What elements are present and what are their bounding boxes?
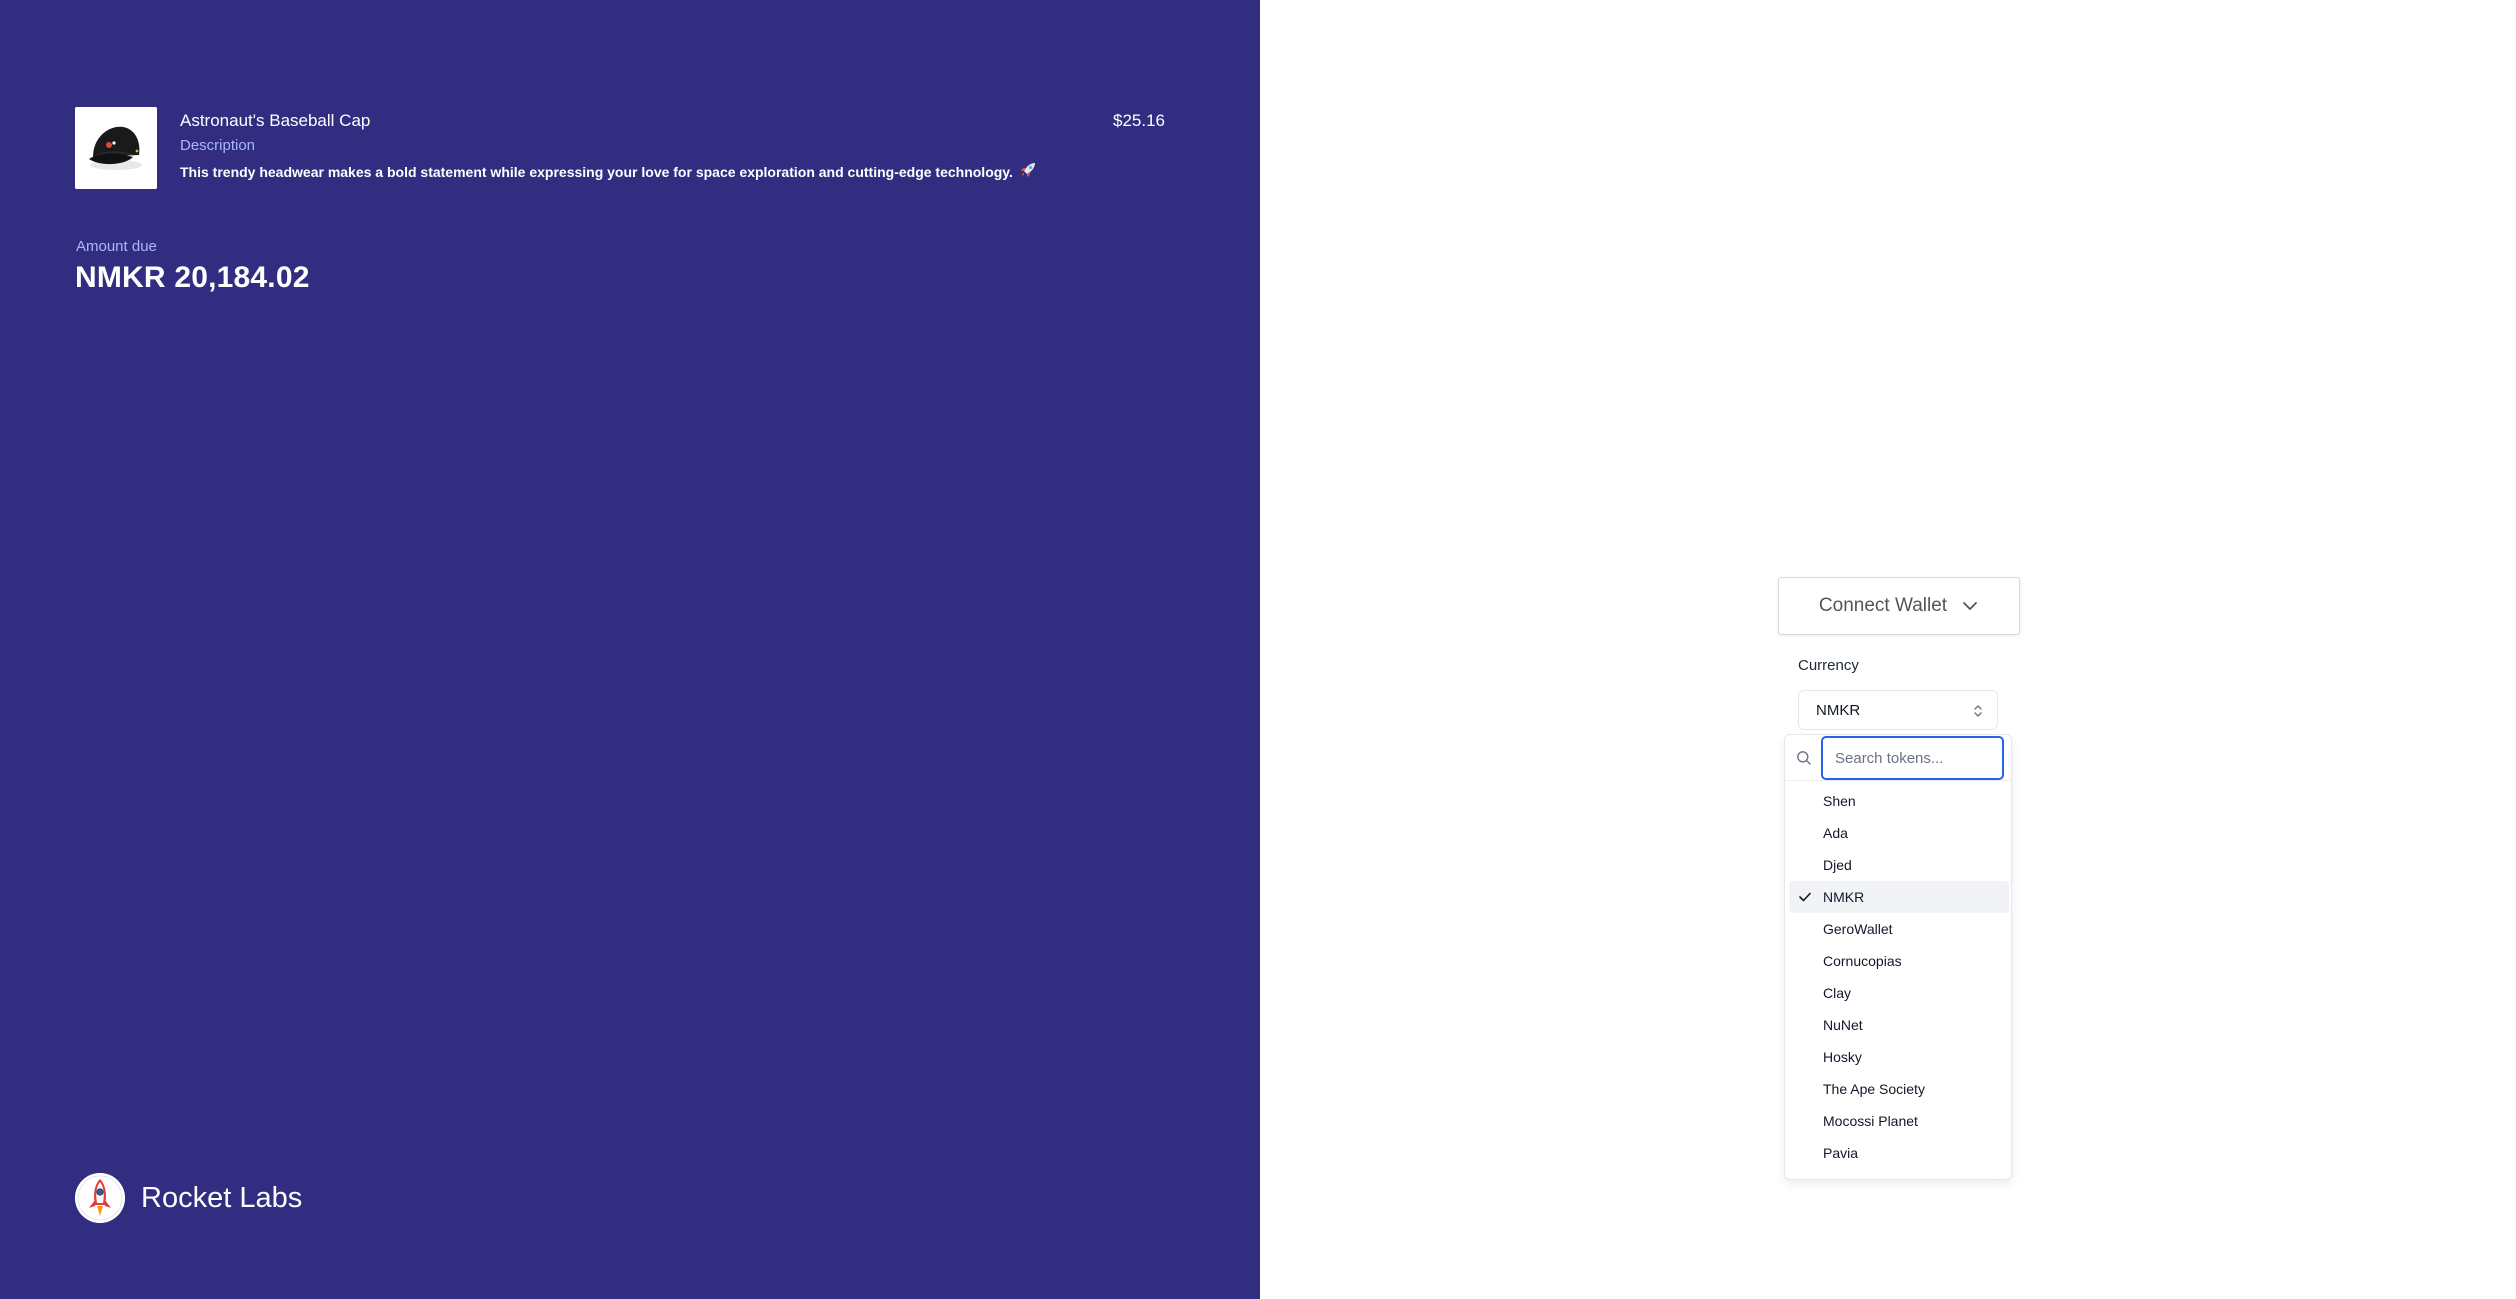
order-summary-panel: Astronaut's Baseball Cap Description Thi… <box>0 0 1260 1299</box>
token-option-hosky[interactable]: Hosky <box>1789 1041 2009 1073</box>
token-search-input[interactable] <box>1821 736 2004 780</box>
token-option-ada[interactable]: Ada <box>1789 817 2009 849</box>
token-option-mocossi-planet[interactable]: Mocossi Planet <box>1789 1105 2009 1137</box>
check-icon <box>1798 891 1812 903</box>
token-option-label: The Ape Society <box>1823 1081 1925 1097</box>
token-options-list: Shen Ada Djed NMKR GeroWallet Cornucopia… <box>1785 785 2011 1169</box>
brand-name: Rocket Labs <box>141 1181 303 1214</box>
connect-wallet-label: Connect Wallet <box>1818 595 1948 616</box>
token-option-clay[interactable]: Clay <box>1789 977 2009 1009</box>
token-option-label: Pavia <box>1823 1145 1859 1161</box>
token-option-nunet[interactable]: NuNet <box>1789 1009 2009 1041</box>
token-option-djed[interactable]: Djed <box>1789 849 2009 881</box>
baseball-cap-image <box>75 107 157 189</box>
token-option-the-ape-society[interactable]: The Ape Society <box>1789 1073 2009 1105</box>
rocket-icon <box>75 1173 125 1223</box>
token-option-label: Djed <box>1823 857 1852 873</box>
token-option-pavia[interactable]: Pavia <box>1789 1137 2009 1169</box>
amount-due-value: NMKR 20,184.02 <box>75 261 310 294</box>
token-search-row <box>1785 735 2011 781</box>
token-option-cornucopias[interactable]: Cornucopias <box>1789 945 2009 977</box>
token-option-label: Mocossi Planet <box>1823 1113 1918 1129</box>
token-option-shen[interactable]: Shen <box>1789 785 2009 817</box>
chevron-up-down-icon <box>1971 703 1985 719</box>
token-option-label: Hosky <box>1823 1049 1862 1065</box>
product-name: Astronaut's Baseball Cap <box>180 111 371 130</box>
merchant-brand: Rocket Labs <box>75 1172 302 1224</box>
connect-wallet-button[interactable]: Connect Wallet <box>1778 577 2020 635</box>
currency-dropdown: Shen Ada Djed NMKR GeroWallet Cornucopia… <box>1784 734 2012 1180</box>
token-option-nmkr[interactable]: NMKR <box>1789 881 2009 913</box>
product-description-text: This trendy headwear makes a bold statem… <box>180 164 1013 180</box>
chevron-down-icon <box>1961 597 1979 615</box>
currency-label: Currency <box>1798 657 1859 674</box>
checkout-page: Astronaut's Baseball Cap Description Thi… <box>0 0 2516 1299</box>
currency-selected-value: NMKR <box>1816 701 1861 719</box>
token-option-label: Cornucopias <box>1823 953 1902 969</box>
token-option-label: NMKR <box>1823 889 1865 905</box>
product-line-item: Astronaut's Baseball Cap Description Thi… <box>75 107 1165 189</box>
token-option-label: Ada <box>1823 825 1848 841</box>
currency-select[interactable]: NMKR <box>1798 690 1998 730</box>
token-option-label: GeroWallet <box>1823 921 1893 937</box>
token-option-label: Clay <box>1823 985 1852 1001</box>
token-option-label: Shen <box>1823 793 1856 809</box>
amount-due-label: Amount due <box>76 238 157 255</box>
product-price: $25.16 <box>1113 111 1165 130</box>
rocket-emoji-icon <box>1019 161 1037 182</box>
search-icon <box>1796 750 1812 766</box>
token-option-label: NuNet <box>1823 1017 1863 1033</box>
token-option-gerowallet[interactable]: GeroWallet <box>1789 913 2009 945</box>
product-description-label: Description <box>180 137 256 154</box>
product-image <box>75 107 157 189</box>
product-description: This trendy headwear makes a bold statem… <box>180 161 1037 182</box>
